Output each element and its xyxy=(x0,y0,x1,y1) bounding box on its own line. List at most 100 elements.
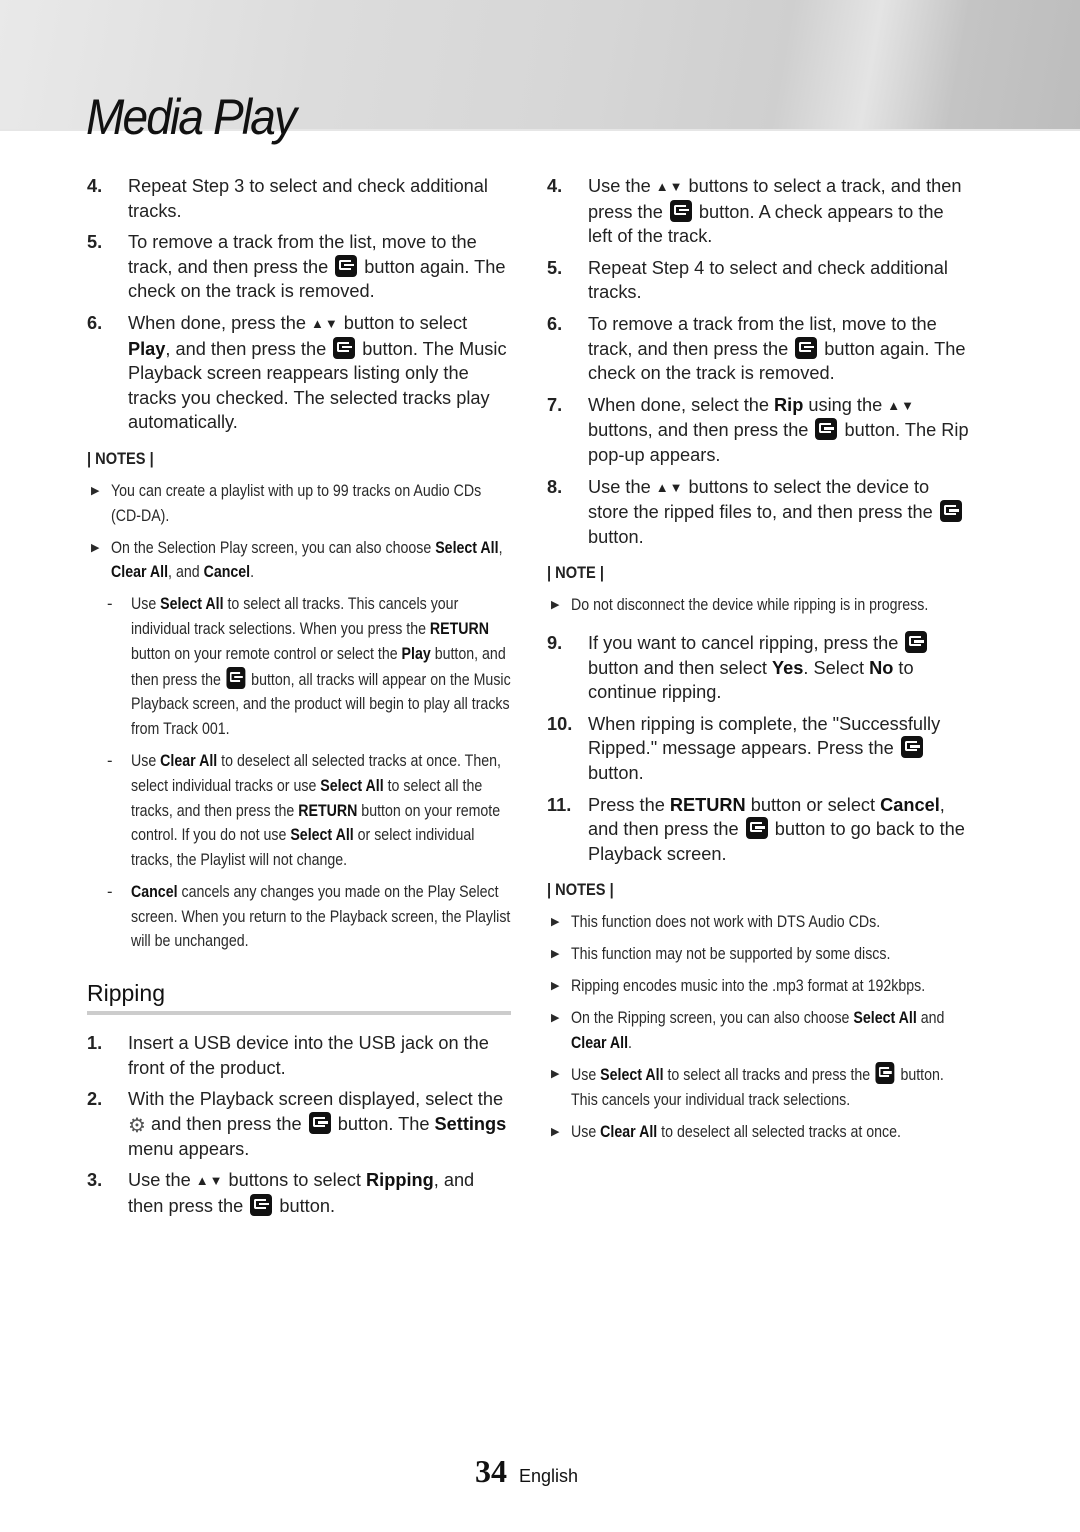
text-run: button. xyxy=(274,1195,336,1216)
text-run: Use xyxy=(571,1066,601,1085)
enter-button-icon xyxy=(335,254,358,277)
right-column: 4. Use the ▲▼ buttons to select a track, … xyxy=(547,174,972,1152)
text-run: Use the xyxy=(128,1170,196,1191)
step-item: 11. Press the RETURN button or select Can… xyxy=(547,793,972,867)
step-item: 8. Use the ▲▼ buttons to select the devic… xyxy=(547,475,972,550)
enter-button-icon xyxy=(905,631,928,654)
triangle-bullet-icon: ▶ xyxy=(91,541,100,554)
text-run: , and xyxy=(168,563,204,582)
text-run: , xyxy=(498,538,503,557)
text-run: menu appears. xyxy=(128,1138,250,1159)
text-run: Use xyxy=(571,1123,601,1142)
sub-note-item: - Use Select All to select all tracks. Th… xyxy=(107,592,512,742)
note-text: Do not disconnect the device while rippi… xyxy=(571,593,972,618)
ui-term: Select All xyxy=(160,595,224,614)
note-item: ▶ Ripping encodes music into the .mp3 for… xyxy=(547,974,972,999)
step-item: 4. Use the ▲▼ buttons to select a track, … xyxy=(547,174,972,249)
note-item: ▶ You can create a playlist with up to 99… xyxy=(87,479,512,529)
triangle-bullet-icon: ▶ xyxy=(551,916,560,929)
sub-note-text: Use Select All to select all tracks. Thi… xyxy=(131,592,512,742)
text-run: When done, select the xyxy=(588,394,775,415)
ripping-steps: 1. Insert a USB device into the USB jack … xyxy=(87,1031,512,1218)
text-run: You can create a playlist with up to 99 … xyxy=(111,481,482,525)
step-item: 3. Use the ▲▼ buttons to select Ripping, … xyxy=(87,1168,512,1218)
text-run: button and then select xyxy=(588,657,773,678)
ui-term: Clear All xyxy=(571,1033,629,1052)
text-run: Repeat Step 4 to select and check additi… xyxy=(588,257,948,303)
sub-note-text: Cancel cancels any changes you made on t… xyxy=(131,880,512,954)
ui-term: Cancel xyxy=(880,794,940,815)
sub-note-item: - Use Clear All to deselect all selected … xyxy=(107,749,512,873)
note-text: This function may not be supported by so… xyxy=(571,942,972,967)
enter-button-icon xyxy=(900,736,923,759)
step-text: Press the RETURN button or select Cancel… xyxy=(588,793,972,867)
text-run: On the Selection Play screen, you can al… xyxy=(111,538,436,557)
note-list: ▶ Do not disconnect the device while ripp… xyxy=(547,593,972,618)
section-title-ripping: Ripping xyxy=(87,980,511,1016)
notes-heading-right: | NOTES | xyxy=(547,880,614,900)
steps-top: 4. Repeat Step 3 to select and check addi… xyxy=(87,174,512,435)
step-text: Insert a USB device into the USB jack on… xyxy=(128,1031,512,1080)
ui-term: Play xyxy=(401,644,431,663)
step-text: When ripping is complete, the "Successfu… xyxy=(588,712,972,786)
step-text: When done, press the ▲▼ button to select… xyxy=(128,311,512,435)
enter-button-icon xyxy=(226,666,246,689)
step-text: Use the ▲▼ buttons to select the device … xyxy=(588,475,972,550)
ui-term: Select All xyxy=(853,1008,917,1027)
step-number: 9. xyxy=(547,633,563,654)
ui-term: RETURN xyxy=(669,794,746,815)
note-text: On the Selection Play screen, you can al… xyxy=(111,536,512,586)
dash-bullet: - xyxy=(107,882,113,901)
ui-term: Settings xyxy=(434,1114,507,1135)
step-number: 4. xyxy=(547,176,563,196)
step-number: 11. xyxy=(547,794,572,815)
step-item: 2. With the Playback screen displayed, se… xyxy=(87,1087,512,1161)
dash-bullet: - xyxy=(107,595,113,614)
text-run: Insert a USB device into the USB jack on… xyxy=(128,1033,489,1078)
enter-button-icon xyxy=(745,817,768,840)
enter-button-icon xyxy=(669,199,692,222)
text-run: When ripping is complete, the "Successfu… xyxy=(588,713,941,759)
text-run: button or select xyxy=(745,794,881,815)
text-run: On the Ripping screen, you can also choo… xyxy=(571,1008,854,1027)
triangle-bullet-icon: ▶ xyxy=(551,980,560,993)
enter-button-icon xyxy=(308,1112,331,1135)
step-item: 5. To remove a track from the list, move … xyxy=(87,230,512,304)
step-item: 10. When ripping is complete, the "Succes… xyxy=(547,712,972,786)
enter-button-icon xyxy=(939,500,962,523)
text-run: This function does not work with DTS Aud… xyxy=(571,913,881,932)
sub-notes-list: - Use Select All to select all tracks. Th… xyxy=(87,592,512,954)
note-item: ▶ On the Ripping screen, you can also cho… xyxy=(547,1006,972,1056)
notes-list: ▶ You can create a playlist with up to 99… xyxy=(87,479,512,585)
note-item: ▶ This function may not be supported by s… xyxy=(547,942,972,967)
triangle-bullet-icon: ▶ xyxy=(551,1126,560,1139)
note-item: ▶ On the Selection Play screen, you can a… xyxy=(87,536,512,586)
step-item: 7. When done, select the Rip using the ▲▼… xyxy=(547,393,972,468)
step-number: 8. xyxy=(547,476,563,497)
text-run: Use xyxy=(131,751,161,770)
ui-term: RETURN xyxy=(429,619,490,638)
up-down-arrows-icon: ▲▼ xyxy=(655,479,684,495)
ui-term: Yes xyxy=(772,657,804,678)
page-language: English xyxy=(519,1466,579,1486)
gear-settings-icon: ⚙ xyxy=(128,1115,146,1138)
note-text: Use Select All to select all tracks and … xyxy=(571,1062,972,1113)
text-run: to select all tracks and press the xyxy=(663,1066,875,1085)
text-run: With the Playback screen displayed, sele… xyxy=(128,1089,504,1110)
text-run: button. xyxy=(588,763,644,784)
step-item: 9. If you want to cancel ripping, press t… xyxy=(547,631,972,705)
step-number: 4. xyxy=(87,176,103,196)
ui-term: Clear All xyxy=(600,1123,658,1142)
step-item: 6. To remove a track from the list, move … xyxy=(547,312,972,386)
step-text: Repeat Step 3 to select and check additi… xyxy=(128,174,512,223)
note-heading: | NOTE | xyxy=(547,563,604,583)
notes-list-right: ▶ This function does not work with DTS Au… xyxy=(547,910,972,1144)
step-number: 10. xyxy=(547,713,573,734)
step-number: 3. xyxy=(87,1170,103,1191)
ui-term: RETURN xyxy=(298,801,358,820)
note-text: Use Clear All to deselect all selected t… xyxy=(571,1120,972,1145)
triangle-bullet-icon: ▶ xyxy=(551,599,560,612)
up-down-arrows-icon: ▲▼ xyxy=(655,179,684,194)
ui-term: Rip xyxy=(774,394,804,415)
note-item: ▶ Use Select All to select all tracks and… xyxy=(547,1062,972,1113)
